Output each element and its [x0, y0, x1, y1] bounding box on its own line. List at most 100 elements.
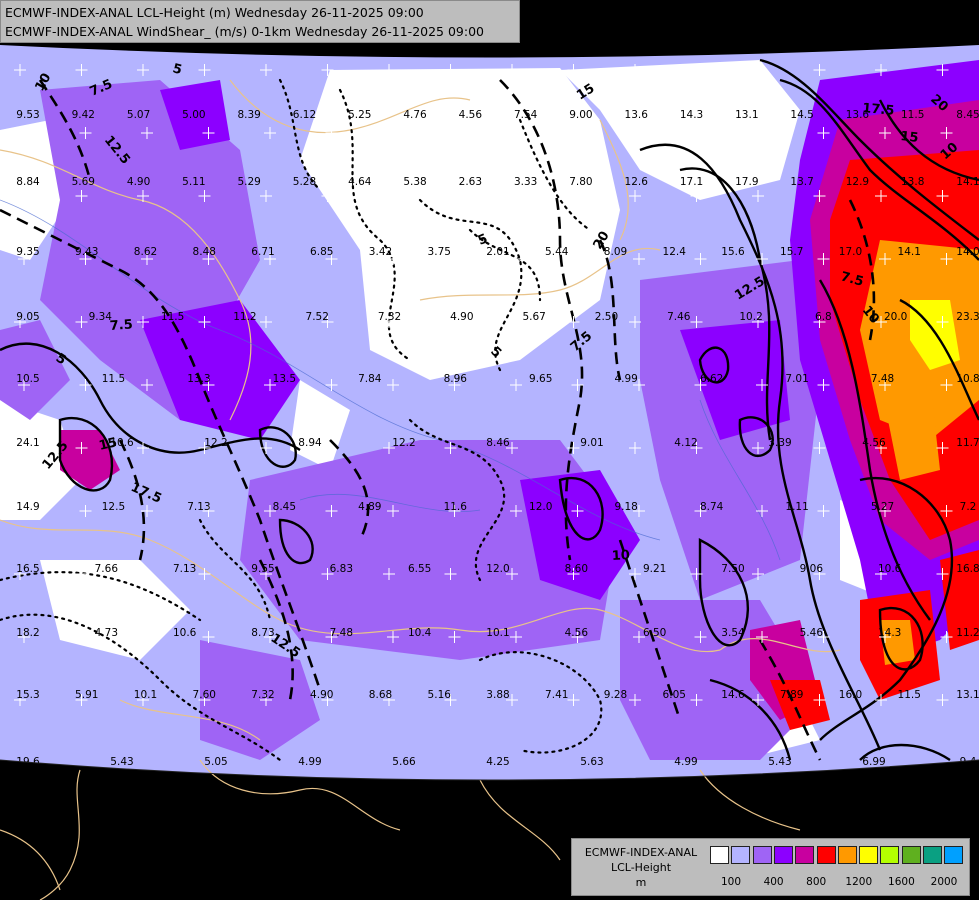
point-value: 7.80 — [569, 176, 592, 188]
point-value: 5.91 — [75, 689, 98, 701]
point-value: 5.29 — [237, 176, 260, 188]
point-value: 8.62 — [134, 246, 157, 258]
point-value: 24.1 — [16, 437, 39, 449]
point-value: 3.42 — [369, 246, 392, 258]
point-value: 8.48 — [193, 246, 216, 258]
point-value: 12.4 — [663, 246, 687, 258]
point-value: 3.88 — [486, 689, 509, 701]
point-value: 11.5 — [898, 689, 921, 701]
point-value: 10.4 — [408, 627, 432, 639]
point-value: 4.25 — [486, 756, 509, 768]
point-value: 14.1 — [898, 246, 921, 258]
point-value: 8.68 — [369, 689, 392, 701]
point-value: 4.90 — [310, 689, 333, 701]
point-value: 20.0 — [884, 311, 907, 323]
point-value: 8.73 — [251, 627, 274, 639]
point-value: 6.85 — [310, 246, 333, 258]
point-value: 5.28 — [293, 176, 316, 188]
point-value: 5.07 — [127, 109, 150, 121]
point-value: 3.33 — [514, 176, 537, 188]
point-value: 7.50 — [721, 563, 744, 575]
header-title-windshear: ECMWF-INDEX-ANAL WindShear_ (m/s) 0-1km … — [5, 24, 484, 39]
point-value: 11.6 — [444, 501, 468, 513]
point-value: 15.3 — [16, 689, 39, 701]
point-value: 10.1 — [134, 689, 157, 701]
point-value: 9.18 — [614, 501, 637, 513]
legend-tick-label: 1600 — [888, 876, 915, 888]
point-value: 11.2 — [956, 627, 979, 639]
point-value: 7.66 — [95, 563, 119, 575]
point-value: 13.5 — [273, 373, 296, 385]
point-value: 13.7 — [790, 176, 813, 188]
point-value: 6.55 — [408, 563, 431, 575]
point-value: 5.25 — [348, 109, 371, 121]
legend-parameter: LCL-Height — [610, 861, 672, 874]
point-value: 7.48 — [871, 373, 894, 385]
point-value: 8.45 — [273, 501, 296, 513]
point-value: 9.43 — [75, 246, 98, 258]
point-value: 8.84 — [16, 176, 40, 188]
point-value: 5.66 — [392, 756, 416, 768]
legend-swatch — [923, 846, 942, 864]
point-value: 7.48 — [330, 627, 353, 639]
point-value: 4.56 — [862, 437, 886, 449]
point-value: 18.2 — [16, 627, 39, 639]
legend-tick-label: 1200 — [845, 876, 873, 888]
point-value: 8.74 — [700, 501, 724, 513]
point-value: 10.6 — [110, 437, 134, 449]
point-value: 11.5 — [161, 311, 184, 323]
point-value: 7.84 — [358, 373, 382, 385]
point-value: 8.45 — [956, 109, 979, 121]
point-value: 8.09 — [604, 246, 627, 258]
point-value: 5.43 — [110, 756, 133, 768]
point-value: 12.6 — [625, 176, 649, 188]
point-value: 6.12 — [293, 109, 316, 121]
point-value: 6.05 — [663, 689, 686, 701]
point-value: 3.75 — [428, 246, 451, 258]
point-value: 10.6 — [878, 563, 902, 575]
point-value: 4.56 — [565, 627, 589, 639]
map-header: ECMWF-INDEX-ANAL LCL-Height (m) Wednesda… — [0, 0, 520, 43]
point-value: 6.8 — [815, 311, 832, 323]
point-value: 16.8 — [956, 563, 979, 575]
point-value: 9.4 — [960, 756, 977, 768]
point-value: 13.3 — [187, 373, 210, 385]
legend-swatch — [837, 846, 857, 864]
point-value: 14.3 — [878, 627, 901, 639]
point-value: 7.41 — [545, 689, 568, 701]
point-value: 5.27 — [871, 501, 894, 513]
color-legend: ECMWF-INDEX-ANAL LCL-Height m 100 400 800 1… — [571, 838, 970, 896]
point-value: 5.63 — [580, 756, 603, 768]
point-value: 9.21 — [643, 563, 666, 575]
point-value: 5.05 — [204, 756, 227, 768]
point-value: 7.32 — [251, 689, 274, 701]
point-value: 7.46 — [667, 311, 691, 323]
point-value: 9.35 — [16, 246, 39, 258]
point-value: 15.6 — [721, 246, 745, 258]
legend-swatch — [773, 846, 793, 864]
point-value: 7.52 — [306, 311, 329, 323]
point-value: 13.8 — [901, 176, 924, 188]
point-value: 6.50 — [643, 627, 666, 639]
point-value: 14.5 — [790, 109, 813, 121]
point-value: 12.2 — [204, 437, 227, 449]
point-value: 7.01 — [785, 373, 808, 385]
point-value: 7.32 — [378, 311, 401, 323]
point-value: 14.1 — [956, 176, 979, 188]
point-value: 8.94 — [298, 437, 322, 449]
point-value: 12.9 — [846, 176, 869, 188]
point-value: 5.16 — [428, 689, 452, 701]
point-value: 23.3 — [956, 311, 979, 323]
point-value: 17.1 — [680, 176, 703, 188]
legend-unit: m — [635, 876, 647, 889]
point-value: 9.06 — [800, 563, 824, 575]
point-value: 9.55 — [251, 563, 274, 575]
point-value: 4.64 — [348, 176, 372, 188]
point-value: 4.56 — [459, 109, 483, 121]
header-title-lcl: ECMWF-INDEX-ANAL LCL-Height (m) Wednesda… — [5, 5, 424, 20]
point-value: 13.6 — [625, 109, 649, 121]
point-value: 2.50 — [595, 311, 618, 323]
point-value: 13.1 — [735, 109, 758, 121]
point-value: 4.90 — [450, 311, 473, 323]
legend-swatch — [880, 846, 900, 864]
